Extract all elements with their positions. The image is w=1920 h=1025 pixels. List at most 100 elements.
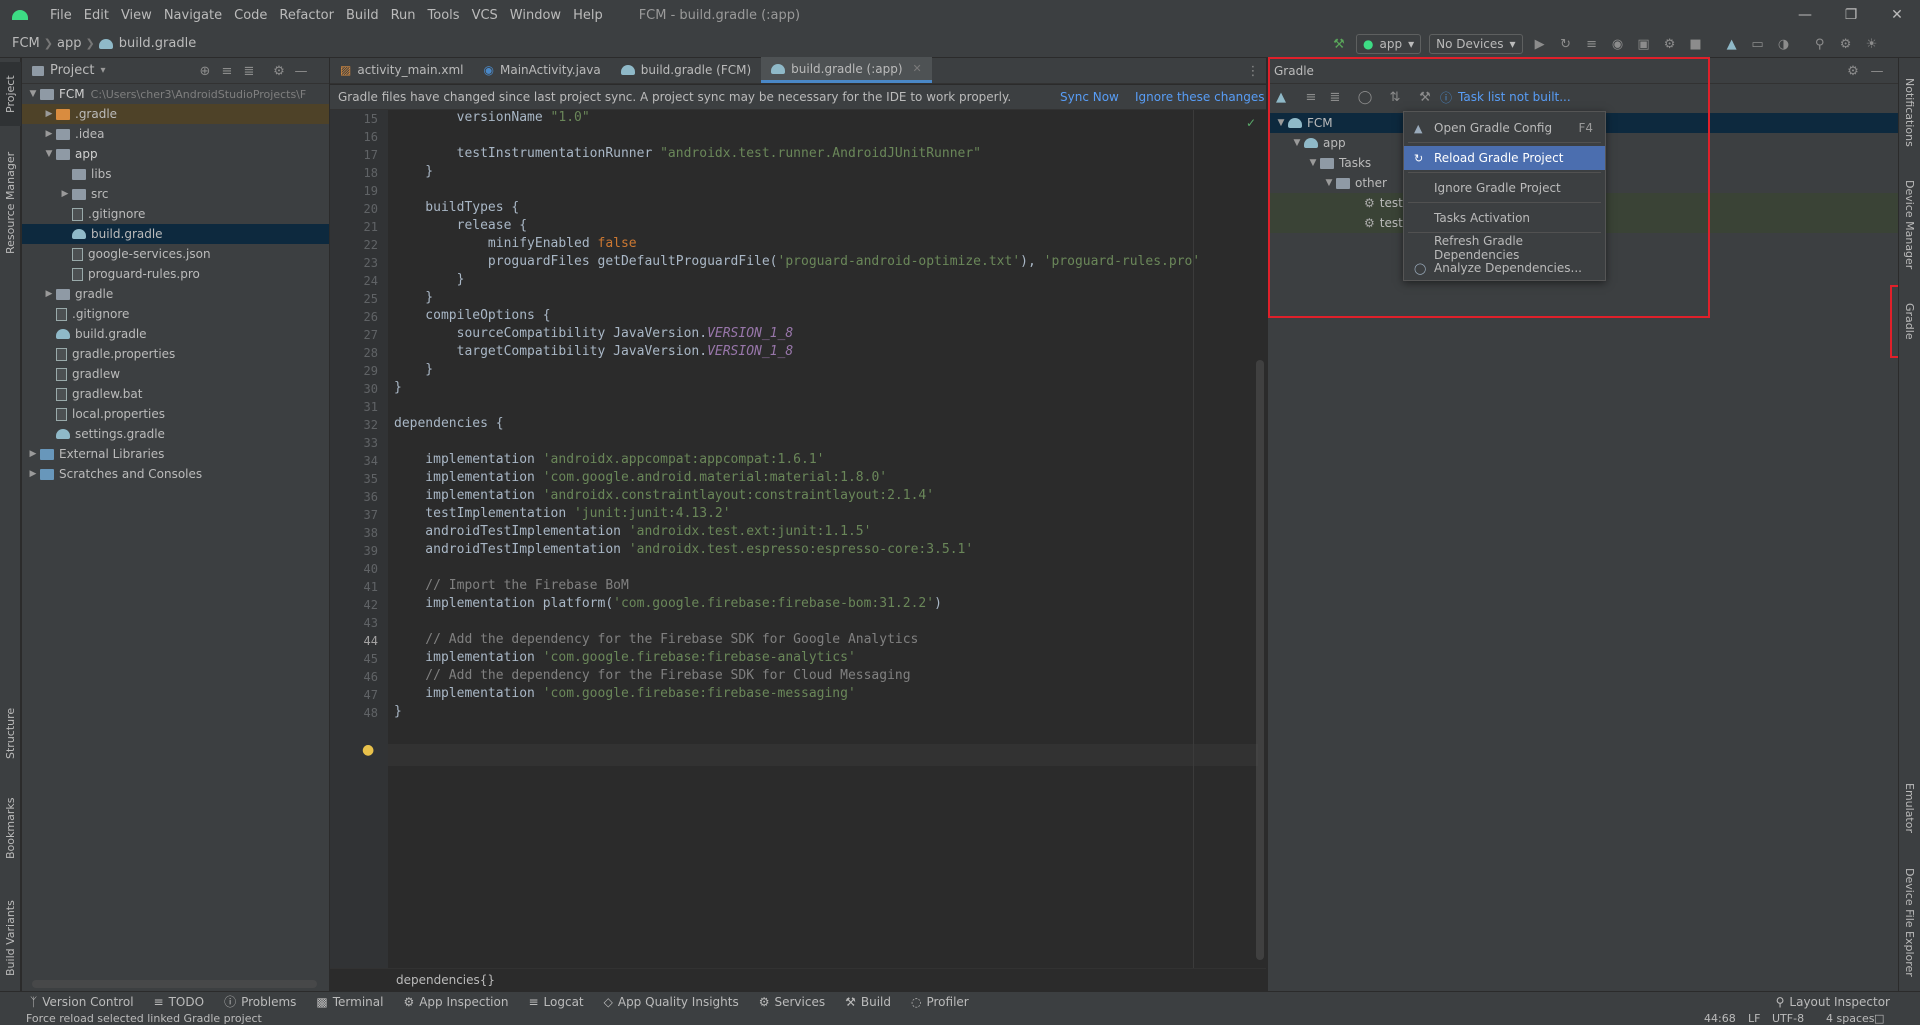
device-manager-icon[interactable]: ▭ [1749, 35, 1767, 53]
lock-icon[interactable]: □ [1874, 1012, 1884, 1025]
breadcrumb-project[interactable]: FCM [8, 36, 44, 51]
code-line[interactable]: androidTestImplementation 'androidx.test… [394, 542, 973, 557]
code-line[interactable]: // Add the dependency for the Firebase S… [394, 668, 910, 683]
breadcrumb-dependencies[interactable]: dependencies{} [396, 973, 495, 987]
code-editor[interactable]: 15 16 17 18 19 20 21 22 23 24 25 26 27 28 29 30 31 32 33 34… [330, 110, 1266, 968]
code-line[interactable]: testImplementation 'junit:junit:4.13.2' [394, 506, 730, 521]
menu-analyze-dependencies[interactable]: ◯ Analyze Dependencies... [1404, 256, 1605, 280]
code-line[interactable]: compileOptions { [394, 308, 550, 323]
code-line[interactable]: testInstrumentationRunner "androidx.test… [394, 146, 981, 161]
tab-resource-manager[interactable]: Resource Manager [0, 138, 21, 268]
tab-device-file-explorer[interactable]: Device File Explorer [1899, 858, 1920, 986]
menu-ignore-gradle-project[interactable]: Ignore Gradle Project [1404, 176, 1605, 200]
ide-assist-icon[interactable]: ☀ [1863, 35, 1881, 53]
code-line[interactable]: // Import the Firebase BoM [394, 578, 629, 593]
menu-code[interactable]: Code [228, 8, 273, 23]
tool-app-inspection[interactable]: ⚙ App Inspection [393, 995, 518, 1009]
tree-item-gradlew[interactable]: gradlew [22, 364, 329, 384]
menu-file[interactable]: File [44, 8, 78, 23]
code-line[interactable]: } [394, 164, 433, 179]
tool-layout-inspector[interactable]: ⚲ Layout Inspector [1766, 995, 1900, 1009]
hide-panel-icon[interactable]: — [1868, 62, 1886, 80]
tree-item-proguard[interactable]: proguard-rules.pro [22, 264, 329, 284]
tool-todo[interactable]: ≡ TODO [144, 995, 215, 1009]
attach-debugger-icon[interactable]: ⚙ [1661, 35, 1679, 53]
tree-item-external-libraries[interactable]: ▶ External Libraries [22, 444, 329, 464]
expand-arrow-icon[interactable]: ▼ [42, 149, 56, 159]
tab-gradle[interactable]: Gradle [1899, 290, 1920, 352]
horizontal-scrollbar[interactable] [32, 980, 317, 988]
settings-gear-icon[interactable]: ⚙ [1837, 35, 1855, 53]
hide-panel-icon[interactable]: — [292, 62, 310, 80]
expand-arrow-icon[interactable]: ▶ [42, 129, 56, 139]
menu-navigate[interactable]: Navigate [158, 8, 228, 23]
rerun-icon[interactable]: ↻ [1557, 35, 1575, 53]
tree-item-app-gitignore[interactable]: .gitignore [22, 204, 329, 224]
code-line[interactable]: } [394, 704, 402, 719]
sync-gradle-icon[interactable]: ▲ [1723, 35, 1741, 53]
options-gear-icon[interactable]: ⚙ [270, 62, 288, 80]
tool-app-quality-insights[interactable]: ◇ App Quality Insights [594, 995, 749, 1009]
run-config-select[interactable]: ● app ▾ [1356, 34, 1422, 54]
tree-item-build-gradle[interactable]: build.gradle [22, 324, 329, 344]
tab-mainactivity-java[interactable]: ◉ MainActivity.java [474, 57, 611, 83]
tab-build-variants[interactable]: Build Variants [0, 888, 21, 988]
profile-icon[interactable]: ▣ [1635, 35, 1653, 53]
ignore-changes-link[interactable]: Ignore these changes [1135, 90, 1265, 104]
tab-emulator[interactable]: Emulator [1899, 768, 1920, 848]
expand-arrow-icon[interactable]: ▶ [42, 109, 56, 119]
code-line[interactable]: versionName "1.0" [394, 110, 590, 125]
sync-now-link[interactable]: Sync Now [1060, 90, 1119, 104]
tree-item-src[interactable]: ▶ src [22, 184, 329, 204]
code-line[interactable]: proguardFiles getDefaultProguardFile('pr… [394, 254, 1200, 269]
lightbulb-icon[interactable]: ● [362, 742, 374, 758]
close-tab-icon[interactable]: ✕ [913, 62, 922, 75]
search-icon[interactable]: ⚲ [1811, 35, 1829, 53]
tree-item-libs[interactable]: libs [22, 164, 329, 184]
menu-vcs[interactable]: VCS [466, 8, 504, 23]
tab-project[interactable]: Project [0, 62, 21, 126]
stop-icon[interactable]: ■ [1687, 35, 1705, 53]
code-line[interactable]: androidTestImplementation 'androidx.test… [394, 524, 871, 539]
breadcrumb-module[interactable]: app [53, 36, 85, 51]
tool-services[interactable]: ⚙ Services [749, 995, 835, 1009]
tab-build-gradle-app[interactable]: build.gradle (:app) ✕ [761, 57, 932, 83]
tree-item-settings-gradle[interactable]: settings.gradle [22, 424, 329, 444]
tree-item-local-properties[interactable]: local.properties [22, 404, 329, 424]
line-separator[interactable]: LF [1748, 1012, 1760, 1025]
code-line[interactable]: buildTypes { [394, 200, 519, 215]
code-line[interactable]: } [394, 290, 433, 305]
expand-all-icon[interactable]: ≡ [218, 62, 236, 80]
menu-refactor[interactable]: Refactor [273, 8, 340, 23]
sdk-manager-icon[interactable]: ◑ [1775, 35, 1793, 53]
menu-tasks-activation[interactable]: Tasks Activation [1404, 206, 1605, 230]
code-line[interactable]: minifyEnabled false [394, 236, 637, 251]
collapse-all-icon[interactable]: ≣ [240, 62, 258, 80]
menu-view[interactable]: View [115, 8, 158, 23]
code-line[interactable]: } [394, 272, 465, 287]
menu-run[interactable]: Run [385, 8, 422, 23]
tree-item-app-build-gradle[interactable]: build.gradle [22, 224, 329, 244]
run-icon[interactable]: ▶ [1531, 35, 1549, 53]
options-gear-icon[interactable]: ⚙ [1844, 62, 1862, 80]
menu-window[interactable]: Window [504, 8, 567, 23]
code-line[interactable]: implementation 'com.google.firebase:fire… [394, 650, 856, 665]
expand-arrow-icon[interactable]: ▶ [58, 189, 72, 199]
tab-notifications[interactable]: Notifications [1899, 62, 1920, 162]
tree-item-dot-gradle[interactable]: ▶ .gradle [22, 104, 329, 124]
tree-item-gradle-properties[interactable]: gradle.properties [22, 344, 329, 364]
menu-tools[interactable]: Tools [422, 8, 466, 23]
chevron-down-icon[interactable]: ▾ [100, 65, 105, 76]
code-line[interactable]: // Add the dependency for the Firebase S… [394, 632, 918, 647]
expand-arrow-icon[interactable]: ▼ [26, 89, 40, 99]
tree-item-app[interactable]: ▼ app [22, 144, 329, 164]
tree-item-gitignore[interactable]: .gitignore [22, 304, 329, 324]
tab-activity-main-xml[interactable]: ▨ activity_main.xml [330, 57, 474, 83]
tree-item-google-services[interactable]: google-services.json [22, 244, 329, 264]
minimize-icon[interactable]: — [1782, 0, 1828, 30]
code-line[interactable]: targetCompatibility JavaVersion.VERSION_… [394, 344, 794, 359]
code-line[interactable]: } [394, 380, 402, 395]
menu-open-gradle-config[interactable]: ▲ Open Gradle Config F4 [1404, 116, 1605, 140]
caret-position[interactable]: 44:68 [1704, 1012, 1736, 1025]
expand-arrow-icon[interactable]: ▶ [26, 449, 40, 459]
